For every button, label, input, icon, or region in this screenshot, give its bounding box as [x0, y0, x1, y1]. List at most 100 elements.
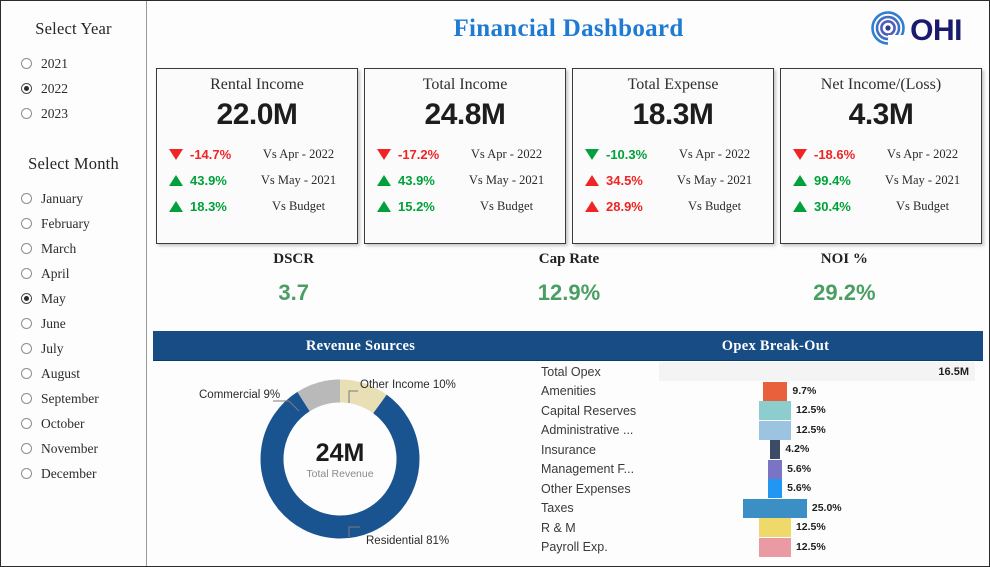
month-option-august[interactable]: August: [21, 361, 146, 386]
radio-icon[interactable]: [21, 193, 32, 204]
opex-bar[interactable]: [762, 381, 788, 401]
kpi-title: Net Income/(Loss): [820, 76, 942, 93]
kpi-comparison-label: Vs Apr - 2022: [470, 146, 543, 161]
opex-row[interactable]: R & M 12.5%: [527, 518, 983, 538]
opex-category-label: R & M: [541, 520, 576, 535]
opex-breakout-chart[interactable]: Total Opex 16.5M Amenities 9.7% Capital Rese…: [527, 361, 983, 561]
month-option-june[interactable]: June: [21, 311, 146, 336]
kpi-delta-percent: 30.4%: [814, 198, 851, 214]
opex-bar[interactable]: [767, 459, 783, 479]
kpi-delta-percent: 18.3%: [190, 198, 227, 214]
arrow-down-icon: [793, 148, 807, 160]
month-option-september[interactable]: September: [21, 386, 146, 411]
kpi-card[interactable]: Rental Income 22.0M -14.7% Vs Apr - 2022 43.…: [156, 68, 358, 244]
radio-icon[interactable]: [21, 268, 32, 279]
month-option-october[interactable]: October: [21, 411, 146, 436]
arrow-up-icon: [793, 200, 807, 212]
radio-icon[interactable]: [21, 218, 32, 229]
kpi-comparison-row: 28.9% Vs Budget: [581, 193, 765, 219]
opex-row[interactable]: Administrative ... 12.5%: [527, 420, 983, 441]
logo-wordmark: OHI: [910, 13, 962, 47]
charts-body: 24M Total Revenue Commercial 9% Other In…: [153, 361, 983, 561]
kpi-card[interactable]: Total Income 24.8M -17.2% Vs Apr - 2022 43.9…: [364, 68, 566, 244]
opex-bar[interactable]: [743, 498, 807, 518]
opex-category-label: Capital Reserves: [541, 403, 637, 418]
month-option-november[interactable]: November: [21, 436, 146, 461]
opex-category-label: Taxes: [541, 501, 574, 516]
year-option-label: 2023: [41, 105, 68, 121]
opex-bar[interactable]: [767, 479, 783, 498]
radio-icon[interactable]: [21, 83, 32, 94]
radio-icon[interactable]: [21, 58, 32, 69]
radio-icon[interactable]: [21, 243, 32, 254]
opex-row[interactable]: Management F... 5.6%: [527, 459, 983, 480]
opex-row[interactable]: Other Expenses 5.6%: [527, 479, 983, 499]
kpi-title: Rental Income: [210, 76, 304, 93]
radio-icon[interactable]: [21, 418, 32, 429]
opex-total-label: Total Opex: [541, 364, 601, 379]
year-option-2023[interactable]: 2023: [21, 101, 146, 126]
metric-label: Cap Rate: [538, 251, 600, 267]
month-option-may[interactable]: May: [21, 286, 146, 311]
opex-bar[interactable]: [759, 537, 791, 557]
opex-bar-value: 5.6%: [787, 482, 812, 494]
kpi-card[interactable]: Total Expense 18.3M -10.3% Vs Apr - 2022 34.…: [572, 68, 774, 244]
month-option-january[interactable]: January: [21, 186, 146, 211]
kpi-delta-percent: 99.4%: [814, 172, 851, 188]
month-option-december[interactable]: December: [21, 461, 146, 486]
year-option-2021[interactable]: 2021: [21, 51, 146, 76]
opex-bar[interactable]: [759, 420, 791, 440]
opex-category-label: Amenities: [541, 384, 596, 399]
kpi-delta-percent: 43.9%: [398, 172, 435, 188]
opex-row[interactable]: Amenities 9.7%: [527, 381, 983, 402]
month-option-label: March: [41, 240, 77, 256]
month-option-label: January: [41, 190, 83, 206]
opex-row[interactable]: Taxes 25.0%: [527, 498, 983, 519]
opex-bar-value: 9.7%: [792, 384, 817, 397]
revenue-donut-chart[interactable]: 24M Total Revenue Commercial 9% Other In…: [153, 361, 527, 561]
kpi-comparison-label: Vs Budget: [271, 198, 326, 213]
opex-bar-value: 12.5%: [795, 540, 826, 553]
metric-label: DSCR: [273, 251, 315, 267]
donut-slice[interactable]: [297, 379, 341, 412]
radio-icon[interactable]: [21, 318, 32, 329]
slicer-sidebar: Select Year 2021 2022 2023 Select Month Ja…: [1, 1, 147, 566]
month-option-february[interactable]: February: [21, 211, 146, 236]
donut-slice[interactable]: [339, 379, 387, 414]
radio-icon[interactable]: [21, 468, 32, 479]
month-option-label: December: [41, 465, 97, 481]
opex-row[interactable]: Insurance 4.2%: [527, 440, 983, 460]
radio-icon[interactable]: [21, 293, 32, 304]
month-radio-group[interactable]: January February March April May June July Augu…: [1, 186, 146, 486]
opex-bar-value: 25.0%: [811, 501, 842, 514]
opex-row[interactable]: Payroll Exp. 12.5%: [527, 537, 983, 558]
kpi-delta-percent: -18.6%: [814, 146, 856, 162]
radio-icon[interactable]: [21, 368, 32, 379]
arrow-down-icon: [585, 148, 599, 160]
brand-logo: OHI: [871, 11, 962, 50]
opex-bar[interactable]: [759, 401, 791, 420]
kpi-comparison-label: Vs Budget: [895, 198, 950, 213]
kpi-delta-percent: -10.3%: [606, 146, 648, 162]
opex-bar[interactable]: [759, 518, 791, 537]
donut-center-value: 24M: [315, 439, 365, 467]
year-radio-group[interactable]: 2021 2022 2023: [1, 51, 146, 126]
radio-icon[interactable]: [21, 393, 32, 404]
opex-total-row: Total Opex 16.5M: [527, 362, 983, 382]
month-option-march[interactable]: March: [21, 236, 146, 261]
month-option-july[interactable]: July: [21, 336, 146, 361]
charts-section: Revenue Sources Opex Break-Out 24M Total…: [153, 331, 983, 561]
year-option-2022[interactable]: 2022: [21, 76, 146, 101]
metric-value: 29.2%: [813, 280, 876, 305]
month-option-april[interactable]: April: [21, 261, 146, 286]
radio-icon[interactable]: [21, 343, 32, 354]
radio-icon[interactable]: [21, 443, 32, 454]
kpi-delta-percent: 43.9%: [190, 172, 227, 188]
opex-row[interactable]: Capital Reserves 12.5%: [527, 401, 983, 421]
radio-icon[interactable]: [21, 108, 32, 119]
kpi-card[interactable]: Net Income/(Loss) 4.3M -18.6% Vs Apr - 2022…: [780, 68, 982, 244]
month-option-label: April: [41, 265, 70, 281]
opex-bar[interactable]: [769, 440, 781, 459]
kpi-comparison-row: 18.3% Vs Budget: [165, 193, 349, 219]
metric-row: DSCR 3.7 Cap Rate 12.9% NOI % 29.2%: [156, 251, 982, 323]
